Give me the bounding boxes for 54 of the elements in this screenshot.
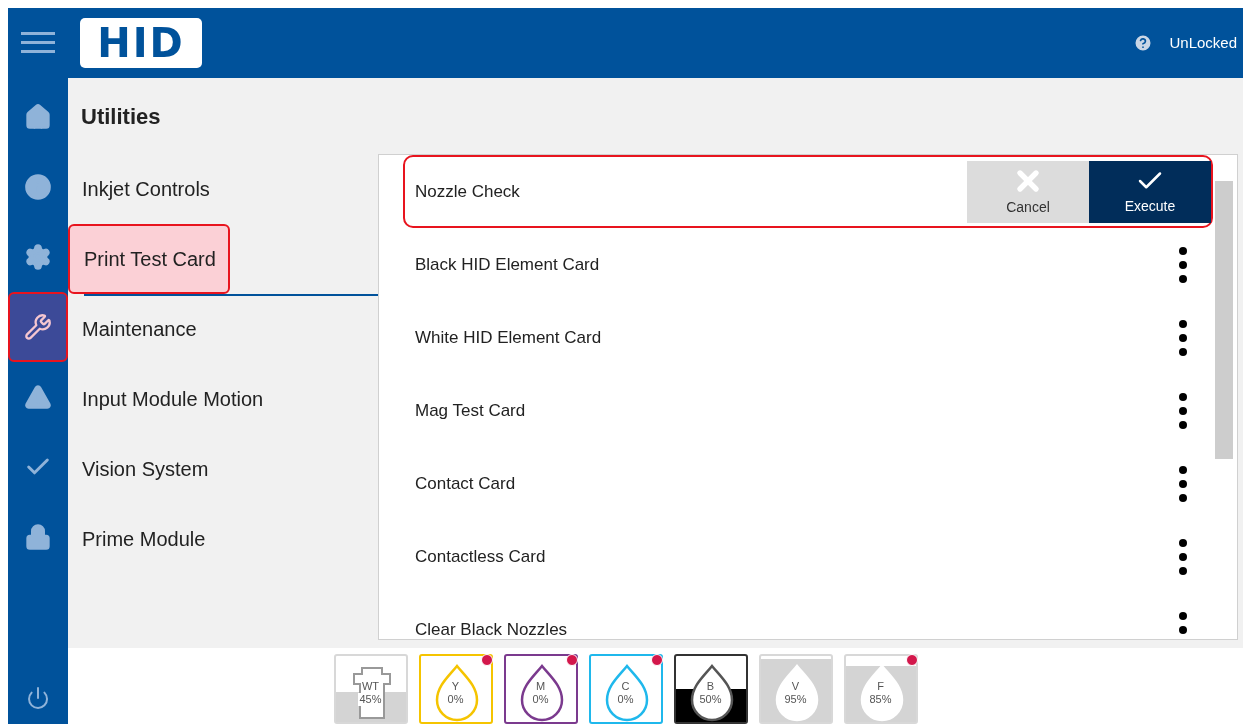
supply-label: Y [451, 680, 460, 693]
action-row[interactable]: Contactless Card [415, 520, 1211, 593]
action-label: Clear Black Nozzles [415, 618, 569, 639]
supply-label: F [877, 680, 884, 693]
supply-reading: 0% [446, 693, 465, 706]
action-label: Black HID Element Card [415, 253, 601, 276]
action-row[interactable]: Mag Test Card [415, 374, 1211, 447]
supply-reading: 0% [531, 693, 550, 706]
supply-label: M [535, 680, 546, 693]
more-icon[interactable] [1179, 465, 1187, 502]
more-icon[interactable] [1179, 246, 1187, 283]
menu-item[interactable]: Maintenance [68, 294, 209, 364]
execute-button[interactable]: Execute [1089, 160, 1211, 223]
menu-item[interactable]: Print Test Card [68, 224, 230, 294]
action-row[interactable]: Clear Black Nozzles [415, 593, 1211, 639]
supply-reading: 45% [358, 693, 383, 706]
action-row[interactable]: Contact Card [415, 447, 1211, 520]
page-title: Utilities [80, 102, 162, 131]
supply-label: WT [361, 680, 380, 693]
help-icon[interactable] [1133, 33, 1154, 53]
logo-text: HID [97, 19, 185, 68]
more-icon[interactable] [1179, 538, 1187, 575]
lock-status: UnLocked [1169, 32, 1237, 53]
menu-item[interactable]: Input Module Motion [68, 364, 276, 434]
more-icon[interactable] [1179, 392, 1187, 429]
action-label: White HID Element Card [415, 326, 603, 349]
supply-reading: 85% [868, 693, 893, 706]
supply-reading: 50% [698, 693, 723, 706]
action-label: Contactless Card [415, 545, 547, 568]
menu-item[interactable]: Vision System [68, 434, 221, 504]
menu-item[interactable]: Prime Module [68, 504, 218, 574]
action-row[interactable]: Nozzle Check Cancel Execute [403, 155, 1213, 228]
more-icon[interactable] [1179, 319, 1187, 356]
home-icon [24, 103, 52, 131]
wrench-icon [24, 313, 52, 341]
cancel-button[interactable]: Cancel [967, 160, 1089, 223]
supply-reading: 0% [616, 693, 635, 706]
scrollbar[interactable] [1215, 181, 1233, 459]
action-row[interactable]: White HID Element Card [415, 301, 1211, 374]
supply-label: B [706, 680, 715, 693]
action-label: Mag Test Card [415, 399, 527, 422]
action-row[interactable]: Black HID Element Card [415, 228, 1211, 301]
supply-label: V [791, 680, 800, 693]
supply-reading: 95% [783, 693, 808, 706]
warning-icon [24, 383, 52, 411]
lock-icon [24, 523, 52, 551]
menu-item[interactable]: Inkjet Controls [68, 154, 222, 224]
action-label: Nozzle Check [415, 180, 521, 203]
supply-label: C [621, 680, 630, 693]
menu-icon[interactable] [21, 31, 55, 55]
sidebar-item[interactable] [8, 292, 68, 362]
power-icon[interactable] [26, 686, 50, 710]
settings-icon [24, 243, 52, 271]
action-label: Contact Card [415, 472, 517, 495]
